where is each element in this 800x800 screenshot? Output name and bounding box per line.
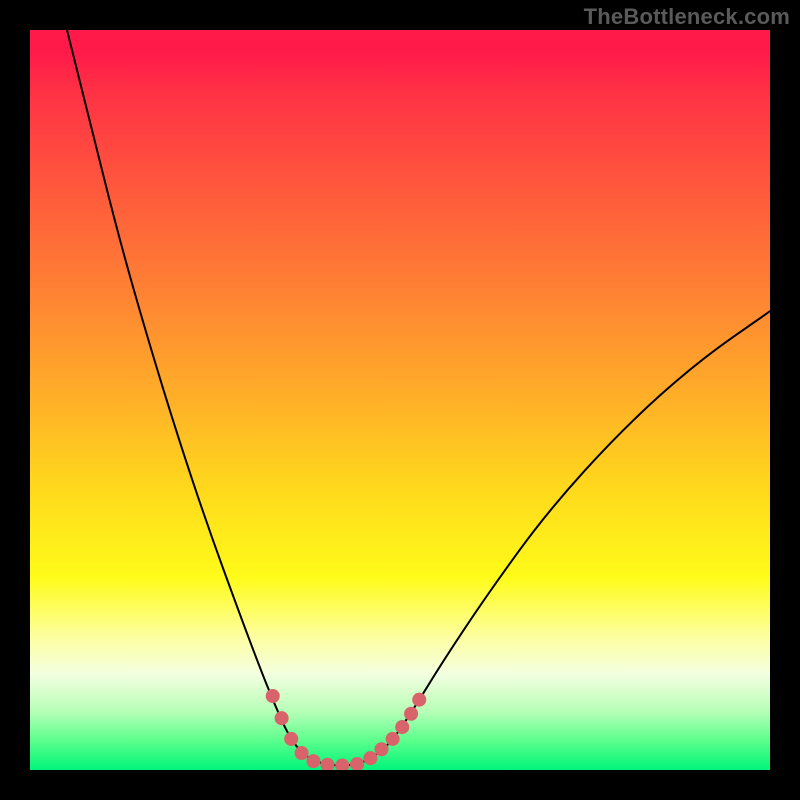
data-marker [363,751,377,765]
data-marker [386,732,400,746]
watermark-text: TheBottleneck.com [584,4,790,30]
data-markers [266,689,427,770]
data-marker [275,711,289,725]
data-marker [306,754,320,768]
data-marker [266,689,280,703]
data-marker [295,746,309,760]
data-marker [412,693,426,707]
data-marker [395,720,409,734]
data-marker [350,757,364,770]
data-marker [320,758,334,770]
chart-frame: TheBottleneck.com [0,0,800,800]
data-marker [335,759,349,770]
curve-layer [30,30,770,770]
data-marker [284,732,298,746]
data-marker [374,742,388,756]
plot-area [30,30,770,770]
bottleneck-curve [67,30,770,766]
data-marker [404,707,418,721]
